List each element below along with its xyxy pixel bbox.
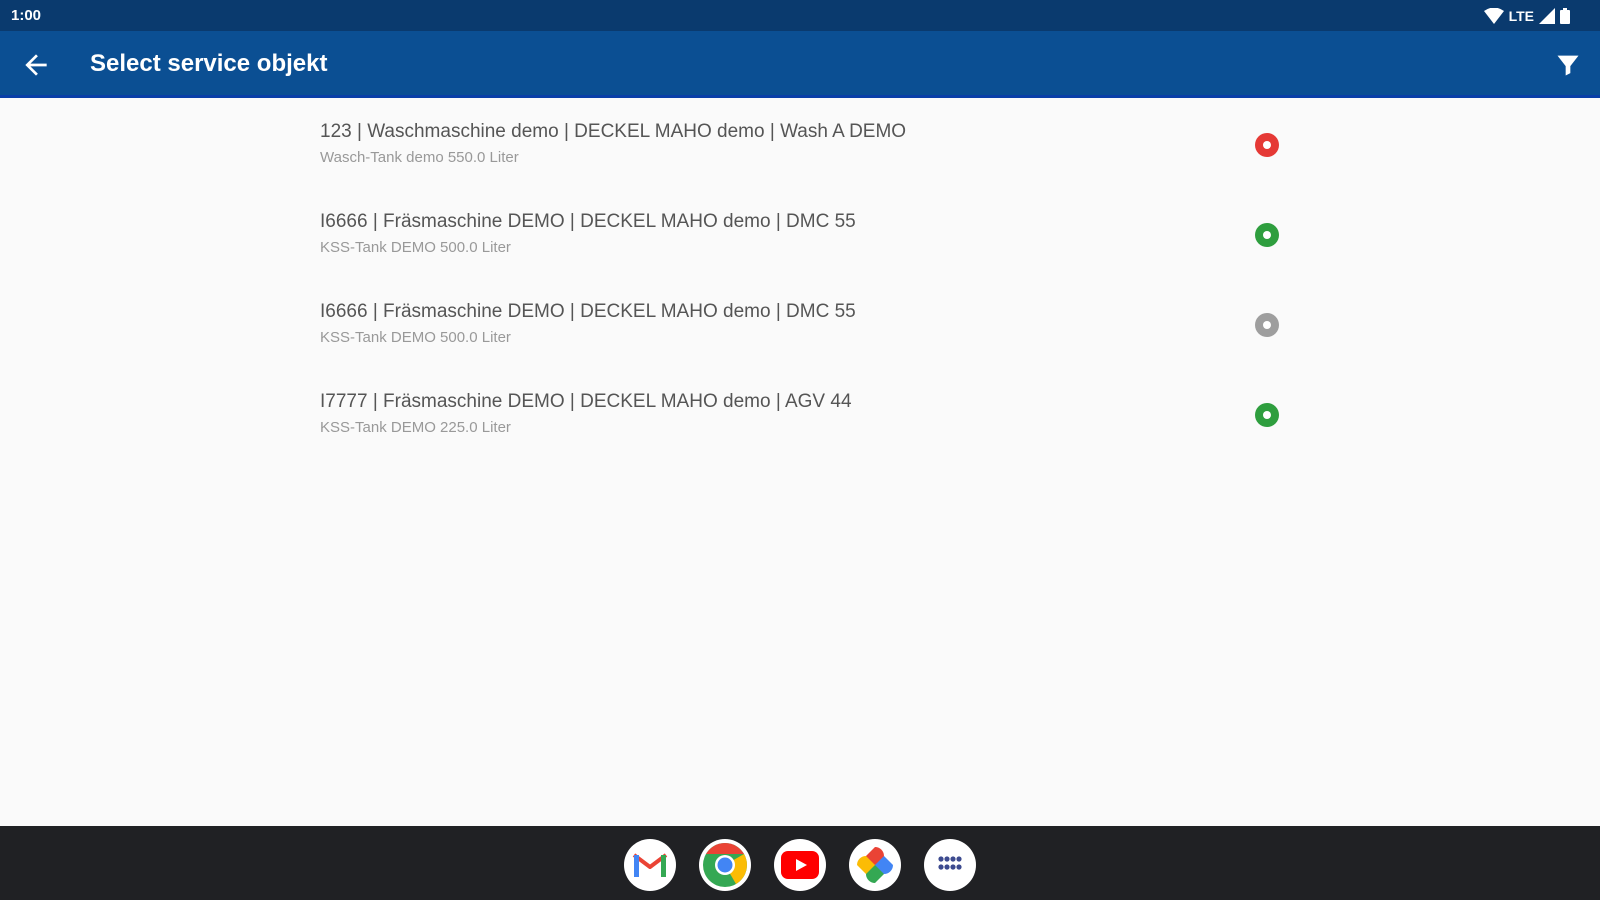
- list-item[interactable]: I6666 | Fräsmaschine DEMO | DECKEL MAHO …: [0, 278, 1600, 368]
- wifi-icon: [1483, 8, 1504, 24]
- photos-app-button[interactable]: [849, 839, 901, 891]
- status-error-icon: [1255, 133, 1279, 157]
- filter-icon: [1557, 55, 1579, 76]
- page-title: Select service objekt: [90, 50, 328, 77]
- item-subtitle: KSS-Tank DEMO 225.0 Liter: [320, 419, 511, 436]
- status-ok-icon: [1255, 223, 1279, 247]
- app-bar: Select service objekt: [0, 31, 1600, 98]
- chrome-app-button[interactable]: [699, 839, 751, 891]
- cell-signal-icon: [1539, 8, 1555, 24]
- list-item[interactable]: I6666 | Fräsmaschine DEMO | DECKEL MAHO …: [0, 188, 1600, 278]
- item-subtitle: KSS-Tank DEMO 500.0 Liter: [320, 239, 511, 256]
- photos-icon: [857, 847, 893, 883]
- item-subtitle: Wasch-Tank demo 550.0 Liter: [320, 149, 519, 166]
- back-button[interactable]: [20, 49, 52, 81]
- item-title: 123 | Waschmaschine demo | DECKEL MAHO d…: [320, 121, 907, 142]
- battery-icon: [1560, 8, 1570, 24]
- status-icons: LTE: [1483, 6, 1570, 26]
- status-time: 1:00: [11, 7, 42, 24]
- gmail-icon: [632, 853, 668, 877]
- status-inactive-icon: [1255, 313, 1279, 337]
- item-subtitle: KSS-Tank DEMO 500.0 Liter: [320, 329, 511, 346]
- app-drawer-icon: [938, 856, 962, 870]
- item-title: I6666 | Fräsmaschine DEMO | DECKEL MAHO …: [320, 211, 856, 232]
- gmail-app-button[interactable]: [624, 839, 676, 891]
- filter-button[interactable]: [1554, 51, 1582, 79]
- chrome-icon: [703, 843, 747, 887]
- app-drawer-button[interactable]: [924, 839, 976, 891]
- status-ok-icon: [1255, 403, 1279, 427]
- list-item[interactable]: I7777 | Fräsmaschine DEMO | DECKEL MAHO …: [0, 368, 1600, 458]
- youtube-app-button[interactable]: [774, 839, 826, 891]
- youtube-icon: [781, 851, 819, 879]
- list-item[interactable]: 123 | Waschmaschine demo | DECKEL MAHO d…: [0, 98, 1600, 188]
- dock: [0, 826, 1600, 900]
- network-type: LTE: [1508, 8, 1534, 24]
- item-title: I6666 | Fräsmaschine DEMO | DECKEL MAHO …: [320, 301, 856, 322]
- status-bar: 1:00 LTE: [0, 0, 1600, 31]
- service-object-list: 123 | Waschmaschine demo | DECKEL MAHO d…: [0, 98, 1600, 458]
- item-title: I7777 | Fräsmaschine DEMO | DECKEL MAHO …: [320, 391, 852, 412]
- arrow-back-icon: [25, 54, 47, 76]
